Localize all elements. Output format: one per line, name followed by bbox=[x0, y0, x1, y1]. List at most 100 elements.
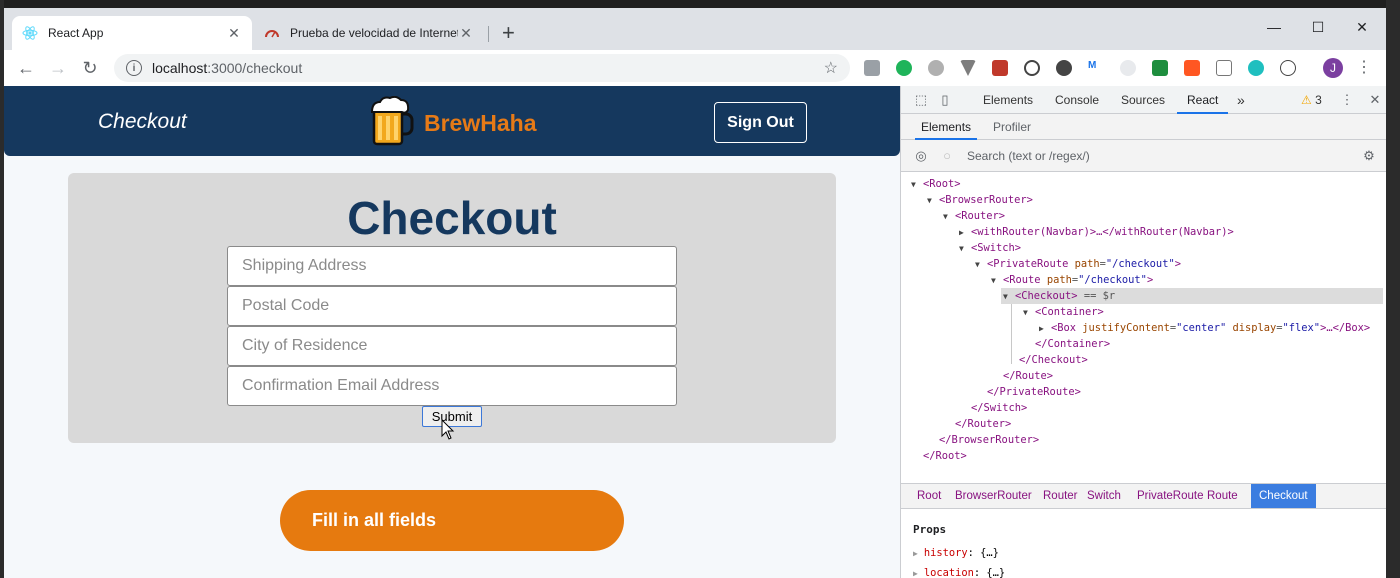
react-subtabs: Elements Profiler bbox=[901, 114, 1386, 140]
dark-mode-icon[interactable] bbox=[1056, 60, 1072, 76]
node-tag: </BrowserRouter> bbox=[939, 434, 1040, 446]
tree-node[interactable]: </BrowserRouter> bbox=[927, 432, 1039, 448]
breadcrumb-browserrouter[interactable]: BrowserRouter bbox=[955, 484, 1032, 508]
component-search-input[interactable]: Search (text or /regex/) bbox=[967, 149, 1090, 163]
extension-icon[interactable] bbox=[1152, 60, 1168, 76]
prop-row-history[interactable]: ▶ history: {…} bbox=[913, 547, 999, 559]
tab-elements[interactable]: Elements bbox=[983, 86, 1033, 114]
extension-icon[interactable]: M bbox=[1088, 60, 1104, 76]
profile-avatar[interactable]: J bbox=[1323, 58, 1343, 78]
node-tag: <Root> bbox=[923, 178, 961, 190]
extension-icon[interactable] bbox=[992, 60, 1008, 76]
subtab-elements[interactable]: Elements bbox=[915, 114, 978, 140]
grammarly-icon[interactable] bbox=[896, 60, 912, 76]
tree-node[interactable]: ▼ <Switch> bbox=[959, 240, 1021, 256]
breadcrumb-checkout[interactable]: Checkout bbox=[1251, 484, 1316, 508]
info-icon[interactable]: i bbox=[126, 60, 142, 76]
collapse-arrow-icon: ▼ bbox=[1023, 308, 1028, 317]
extension-icon[interactable] bbox=[864, 60, 880, 76]
extension-icon[interactable] bbox=[1248, 60, 1264, 76]
address-bar[interactable]: i localhost:3000/checkout ☆ bbox=[114, 54, 850, 82]
close-window-icon[interactable]: ✕ bbox=[1342, 14, 1382, 40]
node-tag: <Route bbox=[1003, 274, 1041, 286]
tree-node[interactable]: </Root> bbox=[911, 448, 967, 464]
postal-code-field[interactable] bbox=[227, 286, 677, 326]
node-tag: <Container> bbox=[1035, 306, 1104, 318]
tree-node[interactable]: ▶ <Box justifyContent="center" display="f… bbox=[1039, 320, 1370, 336]
tab-react-app[interactable]: React App ✕ bbox=[12, 16, 252, 50]
node-attr: path bbox=[1074, 258, 1100, 270]
tree-node[interactable]: </Checkout> bbox=[1007, 352, 1088, 368]
page-title: Checkout bbox=[347, 192, 557, 244]
tree-node[interactable]: </Container> bbox=[1023, 336, 1110, 352]
inspect-element-icon[interactable]: ⬚ bbox=[913, 92, 929, 108]
prop-row-location[interactable]: ▶ location: {…} bbox=[913, 567, 1005, 578]
warning-count: 3 bbox=[1315, 93, 1322, 107]
tree-node[interactable]: ▼ <Root> bbox=[911, 176, 961, 192]
confirmation-email-field[interactable] bbox=[227, 366, 677, 406]
devtools-menu-icon[interactable]: ⋮ bbox=[1339, 92, 1355, 108]
tab-react[interactable]: React bbox=[1177, 86, 1229, 114]
extension-icon[interactable] bbox=[1216, 60, 1232, 76]
more-tabs-icon[interactable]: » bbox=[1237, 86, 1245, 114]
extension-icon[interactable] bbox=[1024, 60, 1040, 76]
node-tag: <BrowserRouter> bbox=[939, 194, 1033, 206]
vue-devtools-icon[interactable] bbox=[960, 60, 976, 76]
node-attr: justifyContent bbox=[1082, 322, 1170, 334]
forward-icon[interactable]: → bbox=[46, 56, 70, 80]
react-icon bbox=[22, 25, 38, 41]
navbar: Checkout BrewHaha Sign Out bbox=[4, 86, 900, 156]
extension-icon[interactable] bbox=[1120, 60, 1136, 76]
warning-counter[interactable]: ⚠ 3 bbox=[1301, 86, 1322, 114]
sign-out-button[interactable]: Sign Out bbox=[714, 102, 807, 143]
node-value: "/checkout" bbox=[1078, 274, 1147, 286]
node-tail: …</Box> bbox=[1326, 322, 1371, 334]
tab-speedtest[interactable]: Prueba de velocidad de Internet ✕ bbox=[254, 16, 484, 50]
tree-node[interactable]: </Router> bbox=[943, 416, 1011, 432]
new-tab-icon[interactable]: + bbox=[502, 22, 515, 44]
node-tag: </Container> bbox=[1035, 338, 1111, 350]
reload-icon[interactable]: ↻ bbox=[78, 56, 102, 80]
tree-node[interactable]: ▼ <PrivateRoute path="/checkout"> bbox=[975, 256, 1181, 272]
settings-gear-icon[interactable]: ⚙ bbox=[1361, 148, 1377, 164]
shipping-address-field[interactable] bbox=[227, 246, 677, 286]
extension-icon[interactable] bbox=[928, 60, 944, 76]
node-tag: </PrivateRoute> bbox=[987, 386, 1081, 398]
component-breadcrumb: Root BrowserRouter Router Switch PrivateRout… bbox=[901, 483, 1386, 509]
maximize-icon[interactable]: ☐ bbox=[1298, 14, 1338, 40]
select-component-icon[interactable]: ◎ bbox=[913, 148, 929, 164]
minimize-icon[interactable]: — bbox=[1254, 14, 1294, 40]
extension-icon[interactable] bbox=[1184, 60, 1200, 76]
extension-icon[interactable] bbox=[1280, 60, 1296, 76]
bookmark-star-icon[interactable]: ☆ bbox=[824, 58, 838, 78]
device-toolbar-icon[interactable]: ▯ bbox=[937, 92, 953, 108]
tree-node[interactable]: </Route> bbox=[991, 368, 1053, 384]
nav-title[interactable]: Checkout bbox=[98, 110, 187, 134]
close-icon[interactable]: ✕ bbox=[226, 25, 242, 42]
back-icon[interactable]: ← bbox=[14, 56, 38, 80]
breadcrumb-router[interactable]: Router bbox=[1043, 484, 1078, 508]
node-tag: </Route> bbox=[1003, 370, 1054, 382]
breadcrumb-privateroute[interactable]: PrivateRoute bbox=[1137, 484, 1203, 508]
tree-node[interactable]: ▼ <Router> bbox=[943, 208, 1005, 224]
brand-name[interactable]: BrewHaha bbox=[424, 110, 536, 137]
menu-icon[interactable]: ⋮ bbox=[1356, 58, 1372, 78]
node-tail: == $r bbox=[1077, 290, 1116, 302]
close-icon[interactable]: ✕ bbox=[458, 25, 474, 42]
tree-node[interactable]: ▼ <Checkout> == $r bbox=[1001, 288, 1383, 304]
subtab-profiler[interactable]: Profiler bbox=[993, 114, 1031, 140]
tree-node[interactable]: ▼ <Route path="/checkout"> bbox=[991, 272, 1153, 288]
tab-console[interactable]: Console bbox=[1055, 86, 1099, 114]
tree-node[interactable]: ▼ <Container> bbox=[1023, 304, 1104, 320]
breadcrumb-root[interactable]: Root bbox=[917, 484, 941, 508]
breadcrumb-switch[interactable]: Switch bbox=[1087, 484, 1121, 508]
tree-node[interactable]: </PrivateRoute> bbox=[975, 384, 1081, 400]
tree-node[interactable]: ▼ <BrowserRouter> bbox=[927, 192, 1033, 208]
tab-sources[interactable]: Sources bbox=[1121, 86, 1165, 114]
close-devtools-icon[interactable]: ✕ bbox=[1367, 92, 1383, 108]
tree-node[interactable]: ▶ <withRouter(Navbar)>…</withRouter(Navba… bbox=[959, 224, 1234, 240]
component-tree: ▼ <Root> ▼ <BrowserRouter> ▼ <Router> ▶ <withRo… bbox=[901, 172, 1386, 482]
tree-node[interactable]: </Switch> bbox=[959, 400, 1027, 416]
city-field[interactable] bbox=[227, 326, 677, 366]
breadcrumb-route[interactable]: Route bbox=[1207, 484, 1238, 508]
